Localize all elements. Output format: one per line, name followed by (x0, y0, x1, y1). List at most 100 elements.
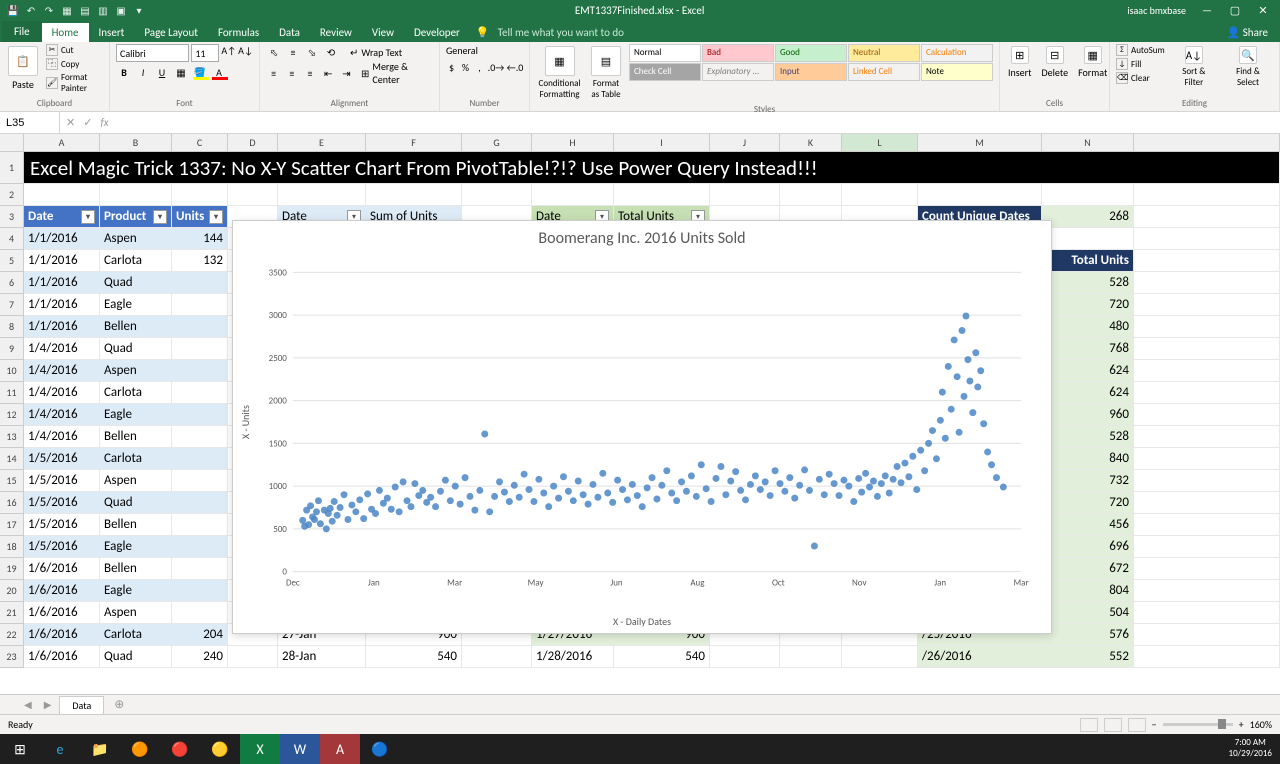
cell[interactable] (710, 184, 780, 206)
fx-icon[interactable]: fx (100, 116, 108, 129)
cell[interactable] (710, 646, 780, 668)
cell[interactable] (172, 426, 228, 448)
cell[interactable] (172, 338, 228, 360)
cell[interactable]: 528 (1042, 426, 1134, 448)
cell[interactable] (1134, 228, 1280, 250)
dec-decimal-icon[interactable]: ←.0 (507, 59, 523, 75)
cell[interactable]: Quad (100, 646, 172, 668)
cell[interactable]: 624 (1042, 382, 1134, 404)
cell[interactable]: Carlota (100, 250, 172, 272)
cell[interactable]: 204 (172, 624, 228, 646)
paste-button[interactable]: 📋Paste (6, 44, 40, 96)
font-color-button[interactable]: A (211, 64, 227, 80)
border-button[interactable]: ▦ (173, 64, 189, 80)
cell[interactable]: 144 (172, 228, 228, 250)
col-header[interactable]: E (278, 134, 366, 151)
align-middle-icon[interactable]: ≡ (285, 44, 301, 60)
user-name[interactable]: isaac bmxbase (1127, 4, 1186, 17)
worksheet-grid[interactable]: A B C D E F G H I J K L M N 1Excel Magic… (0, 134, 1280, 694)
col-header[interactable]: G (462, 134, 532, 151)
indent-dec-icon[interactable]: ⇤ (321, 65, 336, 81)
find-select-button[interactable]: 🔍Find & Select (1223, 44, 1273, 96)
row-header[interactable]: 20 (0, 580, 24, 602)
cell[interactable]: Total Units (1042, 250, 1134, 272)
qat-btn[interactable]: ▥ (96, 3, 110, 17)
cell[interactable] (228, 646, 278, 668)
qat-more-icon[interactable]: ▾ (132, 3, 146, 17)
cell[interactable]: Eagle (100, 536, 172, 558)
qat-btn[interactable]: ▤ (78, 3, 92, 17)
cell[interactable] (278, 184, 366, 206)
cell[interactable]: 1/4/2016 (24, 404, 100, 426)
fill-button[interactable]: ↓Fill (1116, 58, 1165, 70)
align-left-icon[interactable]: ≡ (266, 65, 281, 81)
cell[interactable]: 960 (1042, 404, 1134, 426)
cell[interactable] (842, 184, 918, 206)
row-header[interactable]: 11 (0, 382, 24, 404)
cell[interactable]: Product▾ (100, 206, 172, 228)
cell[interactable]: 1/4/2016 (24, 338, 100, 360)
cell[interactable] (1134, 250, 1280, 272)
row-header[interactable]: 5 (0, 250, 24, 272)
row-header[interactable]: 19 (0, 558, 24, 580)
row-header[interactable]: 21 (0, 602, 24, 624)
percent-icon[interactable]: % (460, 59, 471, 75)
start-button[interactable]: ⊞ (0, 734, 40, 764)
cell[interactable]: Aspen (100, 602, 172, 624)
cell[interactable] (24, 184, 100, 206)
cell[interactable]: Units▾ (172, 206, 228, 228)
comma-icon[interactable]: , (474, 59, 485, 75)
col-header[interactable]: L (842, 134, 918, 151)
cell[interactable] (172, 470, 228, 492)
name-box[interactable] (0, 112, 60, 133)
cell[interactable]: 576 (1042, 624, 1134, 646)
cell[interactable] (780, 184, 842, 206)
shrink-font-icon[interactable]: A↓ (238, 44, 253, 62)
row-header[interactable]: 13 (0, 426, 24, 448)
cell[interactable]: 28-Jan (278, 646, 366, 668)
font-name-select[interactable]: Calibri (116, 44, 189, 62)
cell[interactable] (1134, 448, 1280, 470)
select-all-corner[interactable] (0, 134, 24, 151)
cell[interactable] (1134, 492, 1280, 514)
tab-developer[interactable]: Developer (404, 23, 470, 42)
cell[interactable] (1134, 338, 1280, 360)
cell[interactable]: Carlota (100, 448, 172, 470)
cell[interactable]: 132 (172, 250, 228, 272)
col-header[interactable]: K (780, 134, 842, 151)
cell[interactable]: 840 (1042, 448, 1134, 470)
cell[interactable] (172, 382, 228, 404)
cell[interactable]: Quad (100, 272, 172, 294)
redo-icon[interactable]: ↷ (42, 3, 56, 17)
cell[interactable] (1134, 316, 1280, 338)
cell[interactable]: Eagle (100, 580, 172, 602)
cell[interactable]: 1/4/2016 (24, 382, 100, 404)
cell[interactable]: Aspen (100, 360, 172, 382)
cell[interactable]: 1/6/2016 (24, 602, 100, 624)
cell[interactable] (1134, 404, 1280, 426)
cell[interactable] (1134, 470, 1280, 492)
row-header[interactable]: 9 (0, 338, 24, 360)
cell[interactable] (172, 492, 228, 514)
row-header[interactable]: 17 (0, 514, 24, 536)
cell[interactable] (1042, 228, 1134, 250)
cell[interactable] (172, 580, 228, 602)
enter-formula-icon[interactable]: ✓ (83, 116, 92, 129)
sheet-nav-prev[interactable]: ◀ (20, 698, 36, 711)
tell-me[interactable]: Tell me what you want to do (498, 23, 624, 42)
chrome-icon[interactable]: 🔵 (360, 734, 400, 764)
cell[interactable] (1134, 558, 1280, 580)
cell[interactable] (172, 448, 228, 470)
merge-center-button[interactable]: ⊞Merge & Center (361, 60, 433, 86)
row-header[interactable]: 15 (0, 470, 24, 492)
cell[interactable]: 540 (366, 646, 462, 668)
cell[interactable]: Bellen (100, 316, 172, 338)
close-icon[interactable]: ✕ (1250, 4, 1276, 17)
cell[interactable]: Date▾ (24, 206, 100, 228)
clear-button[interactable]: ⌫Clear (1116, 72, 1165, 84)
cell[interactable] (1134, 184, 1280, 206)
row-header[interactable]: 16 (0, 492, 24, 514)
cell[interactable]: 720 (1042, 294, 1134, 316)
cell[interactable] (532, 184, 614, 206)
cell[interactable] (366, 184, 462, 206)
